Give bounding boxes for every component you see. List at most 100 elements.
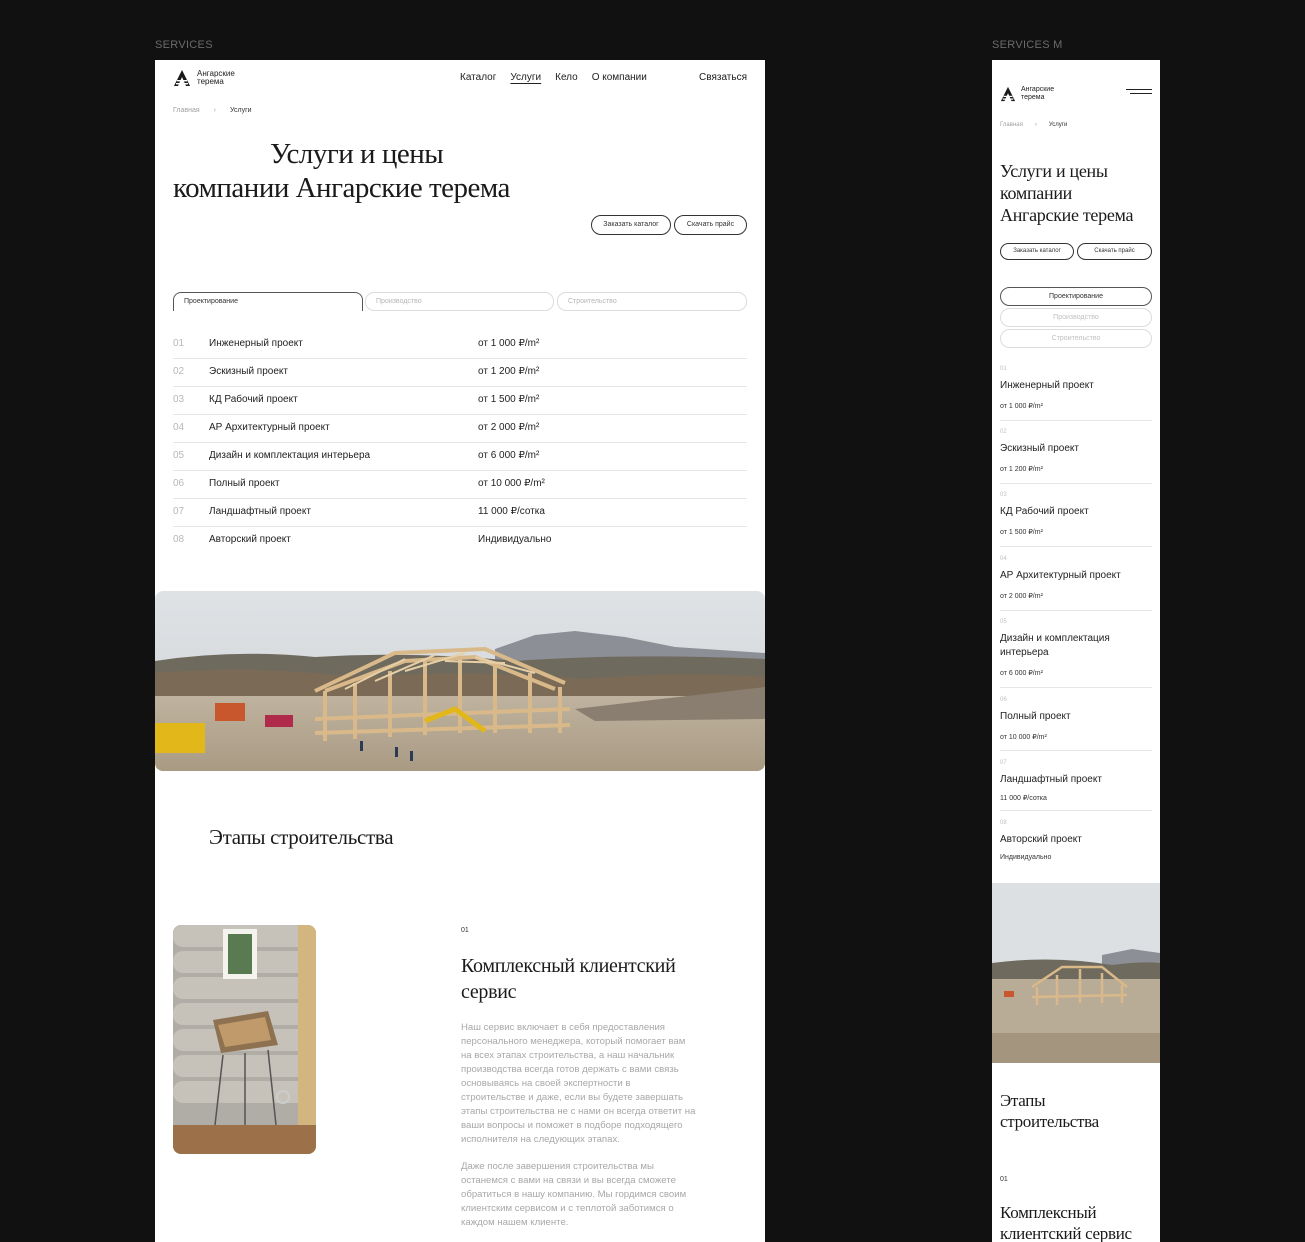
service-num: 07 (1000, 760, 1007, 766)
download-price-button[interactable]: Скачать прайс (674, 215, 747, 235)
tab-design[interactable]: Проектирование (173, 292, 363, 311)
logo[interactable]: Ангарские терема (173, 69, 235, 87)
paragraph-line: строительстве и даже, если вы будете зав… (461, 1092, 684, 1103)
desktop-frame-label: SERVICES (155, 39, 213, 51)
nav-item-services[interactable]: Услуги (510, 72, 541, 83)
service-num: 02 (1000, 429, 1007, 435)
service-name: Авторский проект (209, 534, 291, 545)
tab-construction[interactable]: Строительство (1000, 329, 1152, 348)
paragraph-line: на всех этапах строительства, а наш нача… (461, 1050, 675, 1061)
table-row[interactable]: 06 Полный проект от 10 000 ₽/m² (173, 470, 747, 499)
paragraph-line: основываясь на своей экспертности в (461, 1078, 631, 1089)
list-item[interactable]: 05 Дизайн и комплектация интерьера от 6 … (1000, 619, 1152, 688)
table-row[interactable]: 07 Ландшафтный проект 11 000 ₽/сотка (173, 498, 747, 527)
breadcrumb-separator-icon: › (213, 107, 216, 114)
service-num: 01 (1000, 366, 1007, 372)
service-price: от 1 500 ₽/m² (1000, 529, 1043, 536)
list-item[interactable]: 08 Авторский проект Индивидуально (1000, 820, 1152, 870)
service-name: Инженерный проект (209, 338, 303, 349)
paragraph-line: обратиться в нашу компанию. Мы гордимся … (461, 1189, 687, 1200)
service-name: Дизайн и комплектация интерьера (209, 450, 371, 461)
service-name: Авторский проект (1000, 834, 1082, 845)
breadcrumb-home[interactable]: Главная (1000, 122, 1023, 128)
table-row[interactable]: 02 Эскизный проект от 1 200 ₽/m² (173, 358, 747, 387)
tab-production[interactable]: Производство (1000, 308, 1152, 327)
menu-icon[interactable] (1126, 89, 1152, 95)
paragraph-line: Даже после завершения строительства мы (461, 1161, 654, 1172)
breadcrumb: Главная › Услуги (173, 107, 252, 114)
nav-item-kelo[interactable]: Кело (555, 72, 578, 83)
mobile-page-title: Услуги и цены компании Ангарские терема (1000, 160, 1133, 226)
service-name: Полный проект (209, 478, 280, 489)
service-name: Инженерный проект (1000, 380, 1094, 391)
table-row[interactable]: 03 КД Рабочий проект от 1 500 ₽/m² (173, 386, 747, 415)
paragraph-line: производства всегда готов держать с вами… (461, 1064, 679, 1075)
table-row[interactable]: 08 Авторский проект Индивидуально (173, 526, 747, 554)
stages-title-line: строительства (1000, 1112, 1099, 1131)
stages-title-line: Этапы (1000, 1091, 1046, 1110)
service-name-line: Дизайн и комплектация (1000, 633, 1110, 644)
table-row[interactable]: 01 Инженерный проект от 1 000 ₽/m² (173, 330, 747, 359)
service-name: Дизайн и комплектация интерьера (1000, 632, 1110, 660)
logo-text: Ангарские терема (1021, 86, 1054, 102)
service-name: КД Рабочий проект (1000, 506, 1089, 517)
stages-title: Этапы строительства (209, 825, 394, 849)
logo-line-1: Ангарские (1021, 86, 1055, 93)
step-paragraph-2: Даже после завершения строительства мы о… (461, 1160, 731, 1230)
service-price: 11 000 ₽/сотка (478, 506, 545, 517)
order-catalog-button[interactable]: Заказать каталог (591, 215, 671, 235)
step-title-line-2: сервис (461, 981, 517, 1003)
service-num: 05 (173, 450, 185, 461)
step-title-line: Комплексный (1000, 1203, 1097, 1222)
list-item[interactable]: 01 Инженерный проект от 1 000 ₽/m² (1000, 366, 1152, 421)
service-name: Эскизный проект (209, 366, 288, 377)
service-name-line: интерьера (1000, 647, 1049, 658)
service-num: 06 (1000, 697, 1007, 703)
tab-production[interactable]: Производство (365, 292, 554, 311)
breadcrumb-current: Услуги (1048, 122, 1068, 128)
title-line: компании (1000, 183, 1072, 203)
download-price-button[interactable]: Скачать прайс (1077, 243, 1152, 260)
title-line: Услуги и цены (1000, 161, 1108, 181)
mobile-logo[interactable]: Ангарские терема (1000, 86, 1054, 102)
tab-design[interactable]: Проектирование (1000, 287, 1152, 306)
logo-mark-icon (174, 70, 190, 86)
order-catalog-button[interactable]: Заказать каталог (1000, 243, 1074, 260)
service-price: от 10 000 ₽/m² (1000, 734, 1047, 741)
breadcrumb-separator-icon: › (1034, 122, 1037, 128)
list-item[interactable]: 02 Эскизный проект от 1 200 ₽/m² (1000, 429, 1152, 484)
table-row[interactable]: 05 Дизайн и комплектация интерьера от 6 … (173, 442, 747, 471)
log-house-frame-illustration (155, 591, 765, 771)
list-item[interactable]: 06 Полный проект от 10 000 ₽/m² (1000, 697, 1152, 751)
service-price: от 6 000 ₽/m² (478, 450, 540, 461)
service-num: 03 (173, 394, 185, 405)
list-item[interactable]: 03 КД Рабочий проект от 1 500 ₽/m² (1000, 492, 1152, 547)
service-price: Индивидуально (1000, 854, 1052, 861)
tab-construction[interactable]: Строительство (557, 292, 747, 311)
construction-photo (155, 591, 765, 771)
service-num: 08 (1000, 820, 1007, 826)
breadcrumb-home[interactable]: Главная (173, 107, 200, 114)
service-num: 02 (173, 366, 185, 377)
service-price: от 2 000 ₽/m² (1000, 593, 1043, 600)
list-item[interactable]: 07 Ландшафтный проект 11 000 ₽/сотка (1000, 760, 1152, 811)
service-num: 04 (1000, 556, 1007, 562)
table-row[interactable]: 04 АР Архитектурный проект от 2 000 ₽/m² (173, 414, 747, 443)
service-price: Индивидуально (478, 534, 552, 545)
contact-link[interactable]: Связаться (699, 72, 747, 83)
service-price: от 1 200 ₽/m² (1000, 466, 1043, 473)
step-number: 01 (461, 927, 469, 934)
list-item[interactable]: 04 АР Архитектурный проект от 2 000 ₽/m² (1000, 556, 1152, 611)
nav-item-about[interactable]: О компании (592, 72, 647, 83)
service-price: от 2 000 ₽/m² (478, 422, 540, 433)
service-name: Полный проект (1000, 711, 1071, 722)
service-num: 06 (173, 478, 185, 489)
service-name: АР Архитектурный проект (1000, 570, 1121, 581)
step-number: 01 (1000, 1176, 1008, 1183)
service-name: Ландшафтный проект (209, 506, 311, 517)
paragraph-line: останемся с вами на связи и вы всегда см… (461, 1175, 676, 1186)
paragraph-line: этапы строительства не с нами он всегда … (461, 1106, 696, 1117)
nav-item-catalog[interactable]: Каталог (460, 72, 496, 83)
logo-line-2: терема (1021, 94, 1045, 101)
logo-mark-icon (1000, 86, 1016, 102)
